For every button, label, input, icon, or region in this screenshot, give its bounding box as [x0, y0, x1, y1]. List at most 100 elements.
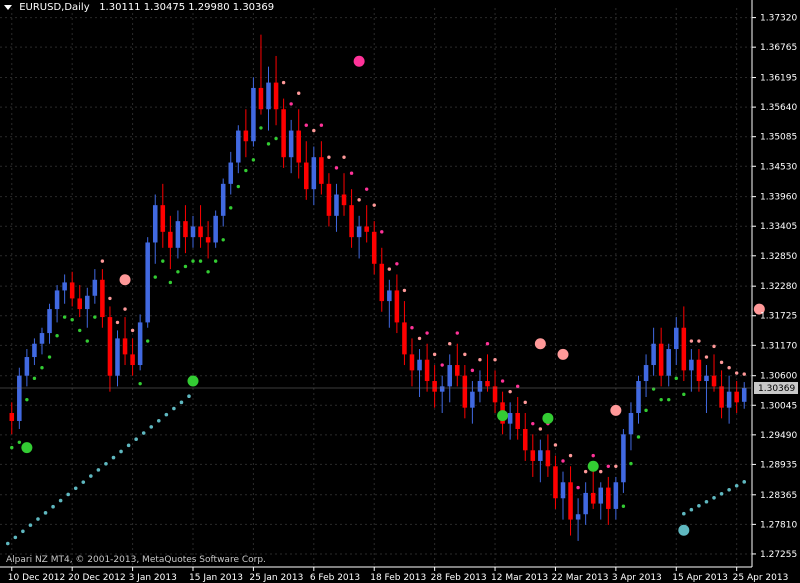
bull-candle [726, 391, 732, 408]
sar-dot [734, 484, 739, 488]
sar-dot [126, 443, 131, 448]
signal-marker [587, 460, 599, 472]
sar-dot [425, 331, 429, 335]
bull-candle [32, 343, 37, 358]
bear-candle [568, 482, 573, 520]
bear-candle [364, 226, 369, 232]
bull-candle [356, 226, 362, 238]
bear-candle [319, 157, 324, 184]
sar-dot [266, 142, 271, 146]
sar-dot [172, 406, 176, 411]
bull-candle [228, 162, 234, 184]
sar-dot [531, 421, 535, 426]
y-tick-label: 1.30600 [760, 372, 797, 382]
bull-candle [39, 333, 45, 344]
sar-dot [236, 184, 241, 189]
bull-candle [137, 322, 143, 366]
signal-marker [187, 375, 199, 387]
bear-candle [371, 231, 377, 264]
sar-dot [134, 437, 138, 441]
bear-candle [9, 412, 15, 421]
sar-dot [206, 270, 210, 274]
sar-dot [734, 371, 739, 375]
sar-dot [538, 427, 543, 431]
sar-dot [455, 331, 459, 335]
y-tick-label: 1.28935 [760, 460, 797, 470]
sar-dot [138, 381, 142, 386]
sar-dot [719, 491, 724, 496]
bear-candle [515, 412, 520, 429]
bear-candle [160, 205, 166, 232]
x-tick-label: 12 Mar 2013 [491, 573, 548, 583]
sar-dot [478, 358, 482, 362]
y-tick-label: 1.31725 [760, 312, 797, 322]
sar-dot [191, 259, 195, 263]
sar-dot [312, 128, 316, 133]
bull-candle [470, 391, 475, 408]
sar-dot [553, 443, 558, 447]
sar-dot [704, 499, 709, 504]
sar-dot [606, 464, 611, 468]
signal-marker [542, 412, 554, 424]
bear-candle [719, 386, 724, 408]
sar-dot [168, 280, 173, 285]
sar-dot [289, 102, 293, 106]
bear-candle [198, 226, 203, 238]
sar-dot [349, 171, 354, 175]
y-tick-label: 1.36765 [760, 43, 797, 53]
bear-candle [545, 450, 551, 467]
bull-candle [24, 357, 30, 376]
bull-candle [704, 375, 709, 382]
sar-dot [66, 492, 70, 497]
bull-candle [689, 359, 694, 371]
bear-candle [273, 82, 279, 110]
sar-dot [614, 464, 618, 468]
sar-dot [28, 523, 33, 527]
sar-dot [244, 168, 248, 173]
sar-dot [395, 262, 399, 266]
sar-dot [156, 418, 161, 423]
bear-candle [130, 354, 135, 366]
grid [0, 8, 752, 567]
sar-dot [141, 431, 146, 435]
bear-candle [424, 359, 430, 382]
y-tick-label: 1.27810 [760, 520, 797, 530]
sar-dot [417, 336, 422, 341]
sar-dot [372, 203, 376, 207]
bear-candle [168, 231, 173, 248]
signal-marker [119, 274, 131, 286]
sar-dot [515, 384, 520, 389]
bull-candle [613, 482, 619, 509]
candles [9, 34, 747, 541]
sar-dot [183, 264, 188, 269]
sar-dot [500, 379, 505, 383]
chart-window[interactable]: 1.37320 1.36765 1.36195 1.35640 1.35085 1.345… [0, 0, 800, 583]
bull-candle [621, 434, 626, 483]
sar-dot [130, 328, 135, 333]
sar-dot [62, 315, 67, 319]
sar-dot [36, 517, 40, 521]
y-tick-label: 1.32280 [760, 282, 797, 292]
sar-dot [727, 365, 731, 370]
x-tick-label: 10 Dec 2012 [8, 573, 66, 583]
bull-candle [598, 487, 604, 504]
sar-dot [742, 372, 746, 376]
sar-dot [704, 355, 709, 359]
sar-dot [179, 400, 184, 405]
sar-dot [104, 461, 108, 466]
sar-dot [485, 342, 490, 346]
bull-candle [251, 87, 256, 142]
sar-dot [448, 342, 452, 346]
sar-dot [96, 468, 101, 472]
bear-candle [409, 354, 415, 371]
x-tick-label: 6 Feb 2013 [310, 573, 360, 583]
bear-candle [402, 322, 407, 355]
sar-dot [674, 376, 678, 381]
sar-dot [25, 397, 29, 402]
candlestick-chart[interactable]: 1.37320 1.36765 1.36195 1.35640 1.35085 1.345… [0, 0, 800, 583]
sar-dot [568, 453, 573, 458]
bear-candle [658, 343, 664, 376]
sar-dot [719, 360, 724, 365]
chevron-down-icon[interactable] [4, 4, 12, 10]
bear-candle [606, 487, 611, 509]
